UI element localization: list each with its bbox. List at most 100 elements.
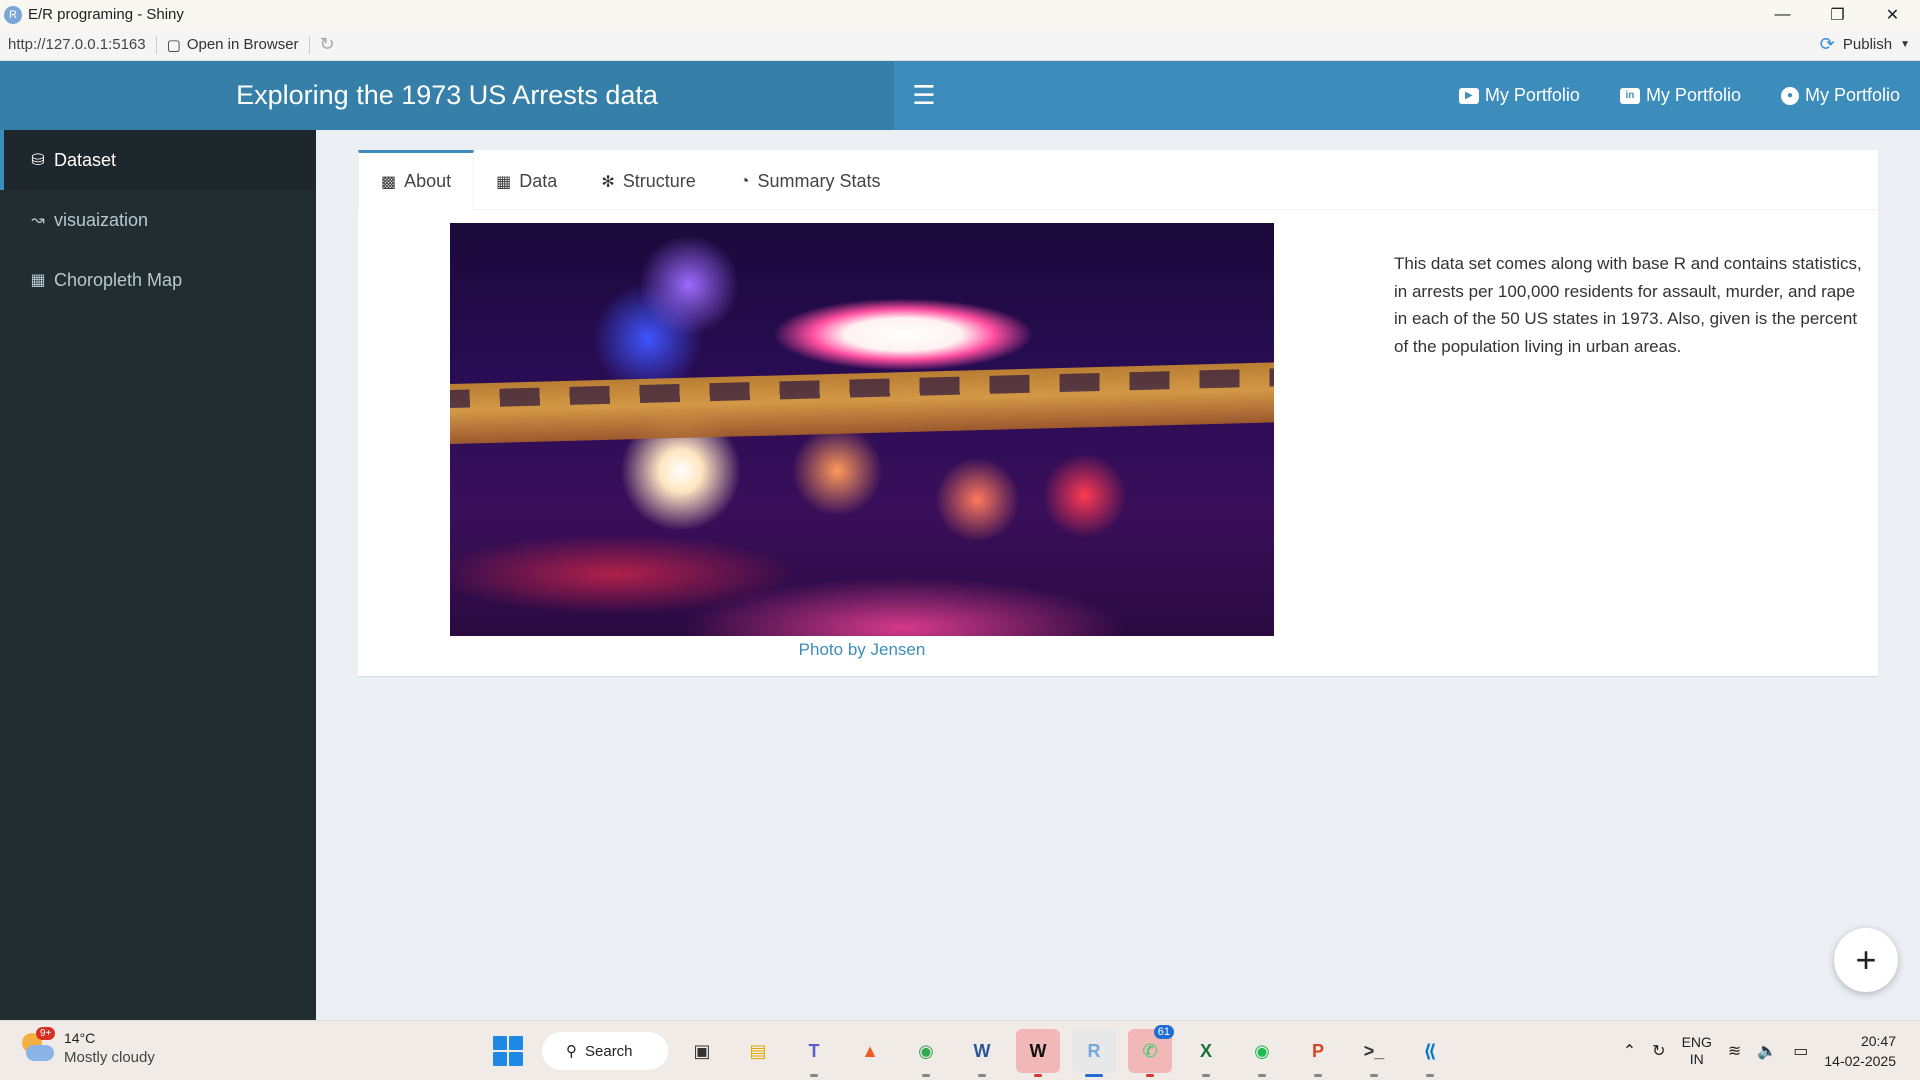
dataset-description: This data set comes along with base R an… — [1394, 254, 1862, 356]
content-area: ▩ About ▦ Data ✻ Structure ◔ Summary Sta… — [316, 130, 1920, 1020]
sidebar-item-label: Choropleth Map — [54, 269, 183, 290]
tab-data[interactable]: ▦ Data — [474, 150, 579, 210]
sidebar-item-visualization[interactable]: ↝ visuaization — [0, 190, 316, 250]
sidebar-item-label: visuaization — [54, 209, 149, 230]
viewer-toolbar: http://127.0.0.1:5163 ▢ Open in Browser … — [0, 29, 1920, 61]
weather-temp: 14°C — [64, 1030, 96, 1046]
viewer-url[interactable]: http://127.0.0.1:5163 — [0, 36, 146, 53]
sidebar-item-choropleth-map[interactable]: ▦ Choropleth Map — [0, 250, 316, 310]
weather-text: 14°C Mostly cloudy — [64, 1029, 155, 1067]
taskbar-search[interactable]: ⚲ Search — [542, 1032, 668, 1070]
sidebar-toggle-button[interactable]: ☰ — [894, 61, 954, 130]
publish-label: Publish — [1842, 36, 1893, 53]
nav-portfolio-linkedin[interactable]: in My Portfolio — [1600, 85, 1761, 106]
task-view-icon[interactable]: ▣ — [680, 1029, 724, 1073]
line-chart-icon: ↝ — [31, 212, 45, 229]
teams-icon[interactable]: T — [792, 1029, 836, 1077]
weather-icon: 9+ — [20, 1027, 56, 1065]
tab-structure[interactable]: ✻ Structure — [579, 150, 717, 210]
restore-button[interactable]: ❐ — [1810, 0, 1865, 29]
tab-box: ▩ About ▦ Data ✻ Structure ◔ Summary Sta… — [358, 150, 1878, 676]
dashboard-header: Exploring the 1973 US Arrests data ☰ ▶ M… — [0, 61, 1920, 130]
language-indicator[interactable]: ENG IN — [1682, 1034, 1712, 1068]
tab-label: Summary Stats — [757, 171, 881, 191]
weather-condition: Mostly cloudy — [64, 1049, 155, 1066]
tab-label: About — [404, 171, 452, 191]
lang-bottom: IN — [1689, 1051, 1704, 1067]
rstudio-icon[interactable]: R — [1072, 1029, 1116, 1077]
sidebar-item-label: Dataset — [54, 149, 117, 170]
photo-caption-link[interactable]: Photo by Jensen — [450, 640, 1274, 660]
battery-icon[interactable]: ▭ — [1793, 1041, 1808, 1061]
excel-icon[interactable]: X — [1184, 1029, 1228, 1077]
taskbar: 9+ 14°C Mostly cloudy ⚲ Search ▣ ▤ T ▲ ◉… — [0, 1020, 1920, 1080]
browser-window-icon: ▢ — [166, 36, 181, 54]
hamburger-icon: ☰ — [912, 80, 936, 110]
pie-chart-icon: ◔ — [739, 172, 750, 190]
linkedin-icon: in — [1619, 87, 1640, 104]
nav-label: My Portfolio — [1484, 85, 1580, 105]
tab-strip: ▩ About ▦ Data ✻ Structure ◔ Summary Sta… — [358, 150, 1878, 210]
chevron-down-icon: ▼ — [1900, 39, 1910, 50]
chrome-icon[interactable]: ◉ — [904, 1029, 948, 1077]
id-card-icon: ▩ — [381, 173, 397, 191]
cloud-icon — [26, 1045, 54, 1061]
toolbar-divider — [155, 35, 157, 54]
sidebar-item-dataset[interactable]: ⛁ Dataset — [0, 130, 316, 190]
table-icon: ▦ — [496, 173, 512, 191]
minimize-button[interactable]: — — [1755, 0, 1810, 29]
nav-label: My Portfolio — [1804, 85, 1900, 105]
weather-widget[interactable]: 9+ 14°C Mostly cloudy — [20, 1027, 155, 1067]
file-explorer-icon[interactable]: ▤ — [736, 1029, 780, 1073]
police-lights-photo — [450, 223, 1274, 636]
powerpoint-icon[interactable]: P — [1296, 1029, 1340, 1077]
tab-summary-stats[interactable]: ◔ Summary Stats — [718, 150, 903, 210]
database-icon: ⛁ — [31, 152, 45, 169]
whatsapp-badge: 61 — [1153, 1025, 1174, 1039]
terminal-icon[interactable]: >_ — [1352, 1029, 1396, 1077]
word-icon[interactable]: W — [960, 1029, 1004, 1077]
clock-date: 14-02-2025 — [1824, 1053, 1896, 1069]
close-button[interactable]: ✕ — [1865, 0, 1920, 29]
window-controls: — ❐ ✕ — [1755, 0, 1920, 29]
app-title: Exploring the 1973 US Arrests data — [0, 61, 894, 130]
chevron-up-icon[interactable]: ⌃ — [1623, 1041, 1636, 1061]
open-in-browser-label: Open in Browser — [186, 36, 299, 53]
brave-icon[interactable]: ▲ — [848, 1029, 892, 1073]
toolbar-divider — [308, 35, 310, 54]
publish-button[interactable]: ⟳ Publish ▼ — [1820, 34, 1910, 55]
waves-app-icon[interactable]: W — [1016, 1029, 1060, 1077]
lang-top: ENG — [1681, 1034, 1712, 1050]
sidebar: ⛁ Dataset ↝ visuaization ▦ Choropleth Ma… — [0, 130, 316, 1020]
clock[interactable]: 20:47 14-02-2025 — [1824, 1031, 1896, 1071]
volume-icon[interactable]: 🔈 — [1757, 1041, 1777, 1061]
project-diagram-icon: ✻ — [601, 173, 615, 191]
vscode-icon[interactable]: ⟪ — [1408, 1029, 1452, 1077]
whatsapp-icon[interactable]: ✆ 61 — [1128, 1025, 1174, 1077]
add-button[interactable]: + — [1834, 928, 1898, 992]
open-in-browser-button[interactable]: ▢ Open in Browser — [167, 36, 299, 54]
taskbar-apps: ⚲ Search ▣ ▤ T ▲ ◉ W W R ✆ 61 X ◉ P >_ ⟪ — [486, 1025, 1452, 1077]
github-icon: ● — [1780, 86, 1799, 105]
window-title: E/R programing - Shiny — [28, 6, 184, 23]
publish-icon: ⟳ — [1819, 34, 1835, 54]
clock-time: 20:47 — [1860, 1033, 1896, 1049]
start-button[interactable] — [486, 1029, 530, 1073]
crime-scene-tape — [450, 361, 1274, 445]
tab-label: Data — [519, 171, 558, 191]
tab-about[interactable]: ▩ About — [358, 150, 475, 210]
spotify-icon[interactable]: ◉ — [1240, 1029, 1284, 1077]
nav-label: My Portfolio — [1645, 85, 1741, 105]
nav-portfolio-youtube[interactable]: ▶ My Portfolio — [1439, 85, 1600, 106]
search-label: Search — [585, 1042, 633, 1060]
search-icon: ⚲ — [566, 1043, 577, 1060]
nav-portfolio-github[interactable]: ● My Portfolio — [1761, 85, 1920, 106]
header-nav: ▶ My Portfolio in My Portfolio ● My Port… — [1439, 61, 1920, 130]
refresh-icon[interactable]: ↻ — [320, 34, 335, 55]
sync-icon[interactable]: ↻ — [1652, 1041, 1665, 1061]
r-logo-icon: R — [4, 5, 22, 24]
map-icon: ▦ — [30, 272, 46, 289]
windows-logo-icon — [493, 1036, 523, 1066]
youtube-icon: ▶ — [1458, 87, 1479, 104]
wifi-icon[interactable]: ≋ — [1728, 1041, 1741, 1061]
